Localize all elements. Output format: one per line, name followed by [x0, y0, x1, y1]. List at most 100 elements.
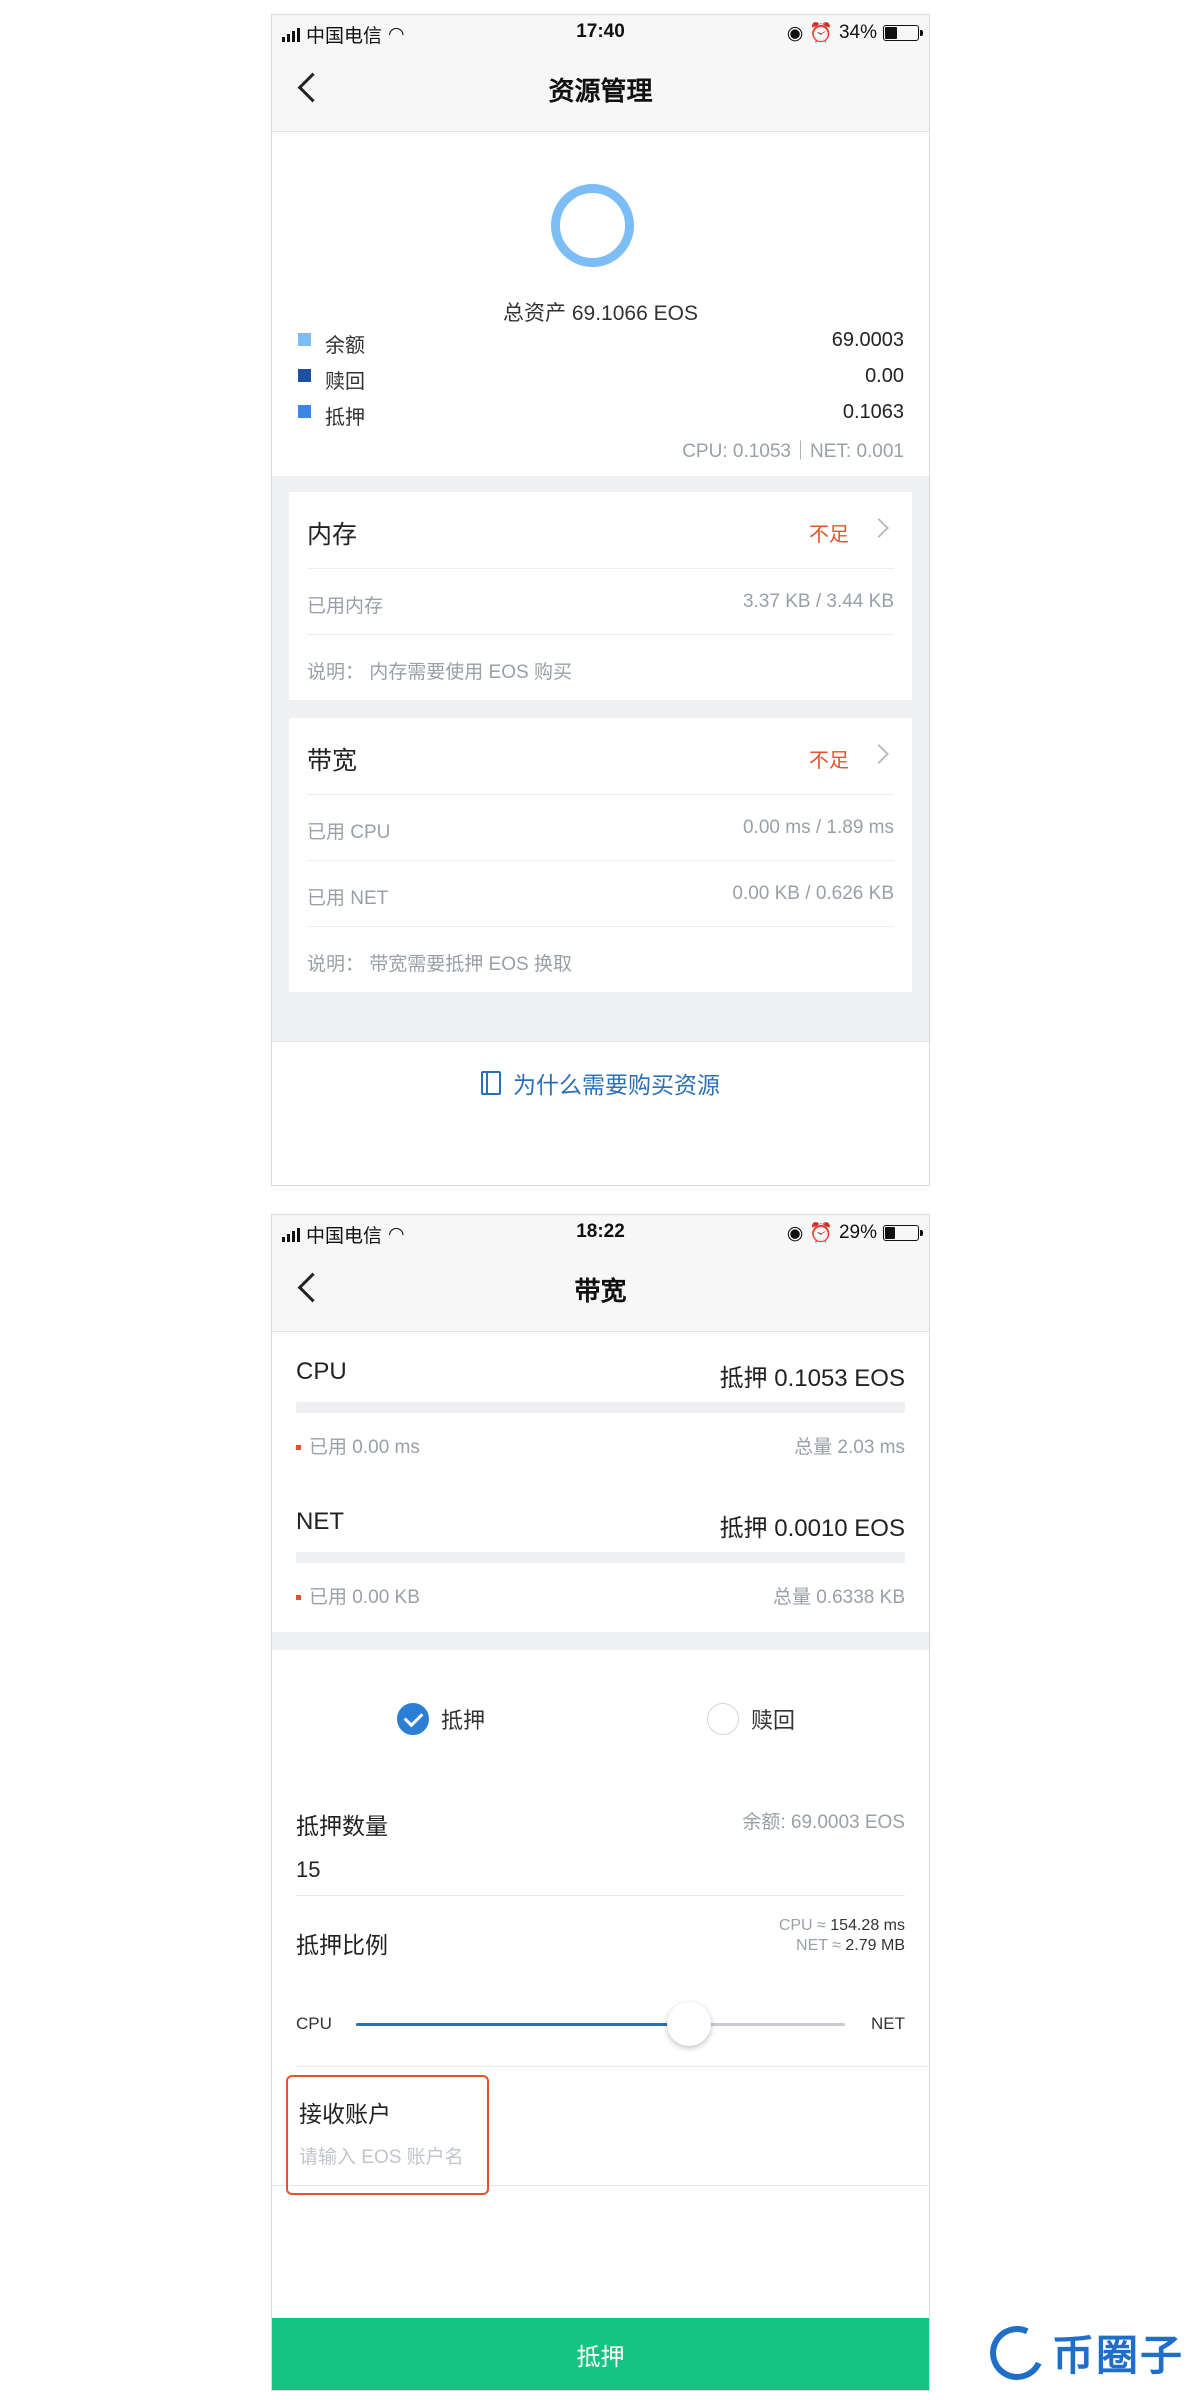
net-estimate: 2.79 MB	[845, 1937, 905, 1954]
memory-note-row: 说明： 内存需要使用 EOS 购买	[307, 635, 894, 700]
ratio-slider[interactable]	[356, 2002, 845, 2046]
resource-used: 已用 0.00 ms	[296, 1432, 420, 1459]
legend-swatch	[298, 333, 311, 346]
option-label: 抵押	[441, 1708, 486, 1733]
stake-detail: CPU: 0.1053｜NET: 0.001	[682, 441, 904, 462]
stake-option[interactable]: 抵押	[397, 1703, 485, 1735]
row-value: 0.00 ms / 1.89 ms	[742, 817, 894, 838]
battery-percent: 34%	[838, 22, 877, 43]
page-title: 资源管理	[548, 76, 653, 106]
watermark-logo: 币圈子	[982, 2317, 1185, 2388]
row-label: 已用 CPU	[307, 822, 391, 843]
resource-name: CPU	[296, 1358, 347, 1385]
net-used-row: 已用 NET 0.00 KB / 0.626 KB	[307, 861, 894, 927]
available-balance: 余额: 69.0003 EOS	[742, 1812, 905, 1833]
logo-text: 币圈子	[1052, 2332, 1185, 2379]
cpu-used-row: 已用 CPU 0.00 ms / 1.89 ms	[307, 795, 894, 861]
battery-icon	[883, 25, 923, 41]
slider-max-label: NET	[871, 2014, 905, 2033]
highlight-box	[286, 2075, 489, 2195]
legend-label: 赎回	[325, 371, 365, 393]
resource-cards: 内存 不足 已用内存 3.37 KB / 3.44 KB 说明： 内存需要使用 …	[272, 476, 929, 1011]
bandwidth-card: 带宽 不足 已用 CPU 0.00 ms / 1.89 ms 已用 NET 0.…	[289, 718, 912, 992]
status-badge: 不足	[809, 524, 849, 546]
row-note: 说明： 带宽需要抵押 EOS 换取	[307, 954, 572, 975]
legend-label: 余额	[325, 335, 365, 357]
row-label: 已用 NET	[307, 888, 389, 909]
logo-icon	[982, 2317, 1052, 2388]
cpu-usage-bar	[296, 1402, 905, 1413]
status-badge: 不足	[809, 750, 849, 772]
row-value: 0.00 KB / 0.626 KB	[732, 883, 894, 904]
legend-value: 0.1063	[842, 401, 904, 423]
receiver-account-field: 接收账户	[272, 2067, 929, 2195]
stake-submit-button[interactable]: 抵押	[272, 2318, 929, 2390]
redeem-option[interactable]: 赎回	[707, 1703, 795, 1735]
row-note: 说明： 内存需要使用 EOS 购买	[307, 662, 572, 683]
rotation-lock-icon: ◉	[786, 22, 804, 44]
legend-value: 0.00	[865, 365, 904, 387]
legend-swatch	[298, 369, 311, 382]
resource-management-screen: 中国电信 ◠ 17:40 ◉ ⏰ 34% 资源管理 总资产 69.1066 EO…	[271, 14, 930, 1186]
link-label: 为什么需要购买资源	[513, 1072, 720, 1098]
stake-amount-field: 抵押数量 余额: 69.0003 EOS 15	[296, 1785, 905, 1896]
checked-icon	[397, 1703, 429, 1735]
legend-item-balance: 余额 69.0003	[272, 324, 929, 360]
stake-ratio-label: 抵押比例	[296, 1932, 388, 1958]
stake-amount-label: 抵押数量	[296, 1813, 388, 1839]
legend-swatch	[298, 405, 311, 418]
resource-stake: 抵押 0.0010 EOS	[719, 1515, 905, 1542]
legend-value: 69.0003	[831, 329, 904, 351]
receiver-label: 接收账户	[299, 2101, 391, 2127]
bandwidth-screen: 中国电信 ◠ 18:22 ◉ ⏰ 29% 带宽 CPU 抵押 0.1053 EO…	[271, 1214, 930, 2391]
net-resource: NET 抵押 0.0010 EOS 已用 0.00 KB 总量 0.6338 K…	[272, 1482, 929, 1632]
slider-min-label: CPU	[296, 2014, 332, 2033]
memory-card-header[interactable]: 内存 不足	[307, 492, 894, 569]
net-estimate-prefix: NET ≈	[796, 1937, 841, 1954]
unchecked-icon	[707, 1703, 739, 1735]
slider-handle[interactable]	[666, 2002, 711, 2046]
asset-summary: 总资产 69.1066 EOS	[272, 132, 929, 325]
alarm-icon: ⏰	[809, 1223, 833, 1244]
status-bar: 中国电信 ◠ 17:40 ◉ ⏰ 34%	[272, 15, 929, 47]
book-icon	[481, 1071, 501, 1095]
rotation-lock-icon: ◉	[786, 1222, 804, 1244]
net-usage-bar	[296, 1552, 905, 1563]
total-assets: 总资产 69.1066 EOS	[503, 302, 698, 325]
option-label: 赎回	[751, 1708, 796, 1733]
battery-icon	[883, 1225, 923, 1241]
cpu-estimate: 154.28 ms	[830, 1917, 905, 1934]
bandwidth-card-header[interactable]: 带宽 不足	[307, 718, 894, 795]
ratio-estimate: CPU ≈ 154.28 ms NET ≈ 2.79 MB	[779, 1916, 905, 1956]
cpu-resource: CPU 抵押 0.1053 EOS 已用 0.00 ms 总量 2.03 ms	[272, 1332, 929, 1482]
row-label: 已用内存	[307, 596, 384, 617]
nav-bar: 带宽	[272, 1247, 929, 1332]
cpu-estimate-prefix: CPU ≈	[778, 1917, 826, 1934]
stake-redeem-toggle: 抵押 赎回	[272, 1650, 929, 1785]
page-title: 带宽	[574, 1276, 627, 1306]
asset-ring-chart	[551, 184, 634, 267]
memory-card: 内存 不足 已用内存 3.37 KB / 3.44 KB 说明： 内存需要使用 …	[289, 492, 912, 700]
card-title: 带宽	[307, 747, 358, 775]
chevron-right-icon	[869, 518, 889, 538]
bandwidth-note-row: 说明： 带宽需要抵押 EOS 换取	[307, 927, 894, 992]
legend-label: 抵押	[325, 407, 365, 429]
resource-total: 总量 2.03 ms	[794, 1437, 905, 1458]
legend-item-redeem: 赎回 0.00	[272, 360, 929, 396]
nav-bar: 资源管理	[272, 47, 929, 132]
resource-stake: 抵押 0.1053 EOS	[719, 1365, 905, 1392]
resource-name: NET	[296, 1508, 344, 1535]
resource-total: 总量 0.6338 KB	[772, 1587, 905, 1608]
stake-ratio: 抵押比例 CPU ≈ 154.28 ms NET ≈ 2.79 MB CPU N…	[296, 1896, 929, 2067]
legend-item-stake: 抵押 0.1063	[272, 396, 929, 432]
why-buy-resources-link[interactable]: 为什么需要购买资源	[272, 1041, 929, 1124]
resource-used: 已用 0.00 KB	[296, 1582, 420, 1609]
battery-percent: 29%	[838, 1222, 877, 1243]
receiver-account-input[interactable]	[299, 2147, 499, 2169]
card-title: 内存	[307, 521, 358, 549]
chevron-right-icon	[869, 744, 889, 764]
stake-amount-input[interactable]: 15	[296, 1857, 320, 1883]
memory-used-row: 已用内存 3.37 KB / 3.44 KB	[307, 569, 894, 635]
status-bar: 中国电信 ◠ 18:22 ◉ ⏰ 29%	[272, 1215, 929, 1247]
alarm-icon: ⏰	[809, 23, 833, 44]
